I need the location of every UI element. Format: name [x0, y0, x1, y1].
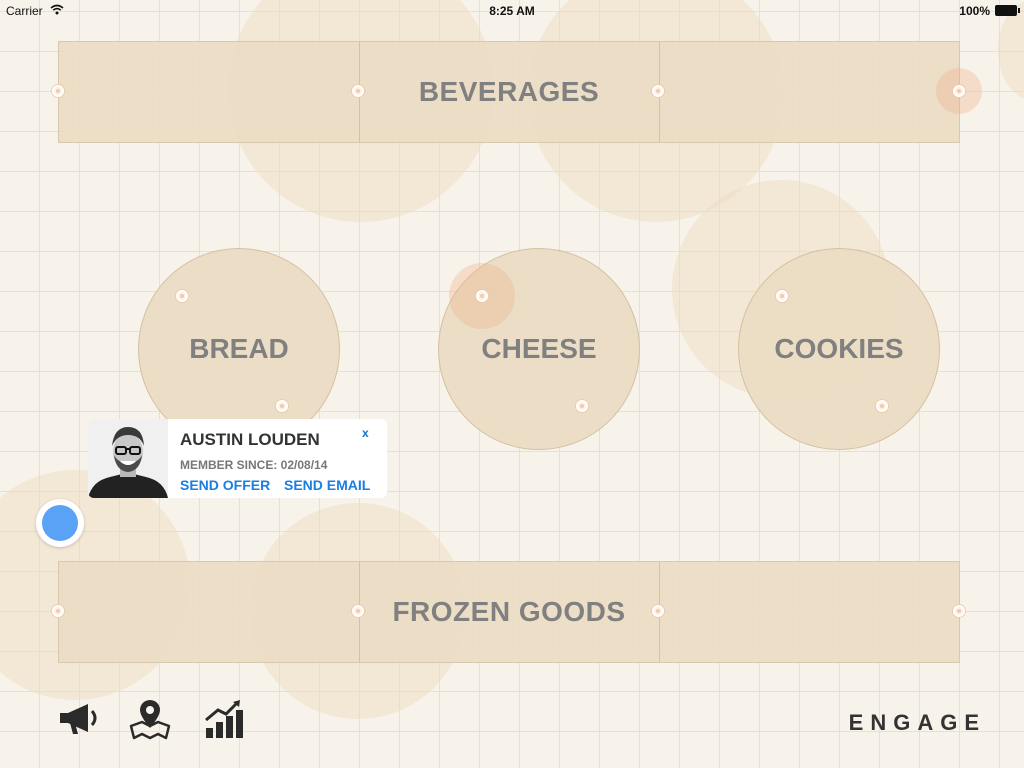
megaphone-icon[interactable]: [58, 698, 102, 742]
beacon-node[interactable]: [276, 400, 288, 412]
shelf-frozen-goods[interactable]: FROZEN GOODS: [58, 561, 960, 663]
send-email-button[interactable]: SEND EMAIL: [284, 477, 370, 493]
customer-name: AUSTIN LOUDEN: [180, 430, 320, 449]
shelf-label: BEVERAGES: [418, 76, 600, 107]
beacon-node[interactable]: [176, 290, 188, 302]
member-since: MEMBER SINCE: 02/08/14: [180, 458, 328, 472]
shelf-label: FROZEN GOODS: [392, 596, 626, 627]
battery-percent: 100%: [959, 4, 990, 18]
table-label: BREAD: [189, 333, 289, 364]
beacon-node[interactable]: [352, 85, 364, 97]
beacon-node[interactable]: [876, 400, 888, 412]
shelf-beverages[interactable]: BEVERAGES: [58, 41, 960, 143]
brand-logo-text: ENGAGE: [848, 710, 986, 735]
chart-growth-icon[interactable]: [202, 698, 246, 742]
beacon-node[interactable]: [52, 605, 64, 617]
beacon-node[interactable]: [476, 290, 488, 302]
beacon-node[interactable]: [776, 290, 788, 302]
close-card-button[interactable]: x: [362, 426, 369, 440]
map-pin-icon[interactable]: [128, 698, 172, 742]
status-bar: Carrier 8:25 AM 100%: [0, 0, 1024, 22]
battery-icon: [995, 5, 1020, 16]
customer-avatar: [88, 419, 168, 498]
beacon-node[interactable]: [652, 605, 664, 617]
beacon-node[interactable]: [52, 85, 64, 97]
status-time: 8:25 AM: [489, 4, 535, 18]
customer-card: AUSTIN LOUDEN x MEMBER SINCE: 02/08/14 S…: [88, 419, 387, 498]
beacon-node[interactable]: [352, 605, 364, 617]
send-offer-button[interactable]: SEND OFFER: [180, 477, 270, 493]
beacon-node[interactable]: [576, 400, 588, 412]
table-label: COOKIES: [774, 333, 904, 364]
table-cookies[interactable]: COOKIES: [738, 248, 940, 450]
location-dot: [42, 505, 78, 541]
customer-location-marker[interactable]: [36, 499, 84, 547]
table-label: CHEESE: [481, 333, 597, 364]
beacon-node[interactable]: [953, 85, 965, 97]
beacon-node[interactable]: [953, 605, 965, 617]
beacon-node[interactable]: [652, 85, 664, 97]
